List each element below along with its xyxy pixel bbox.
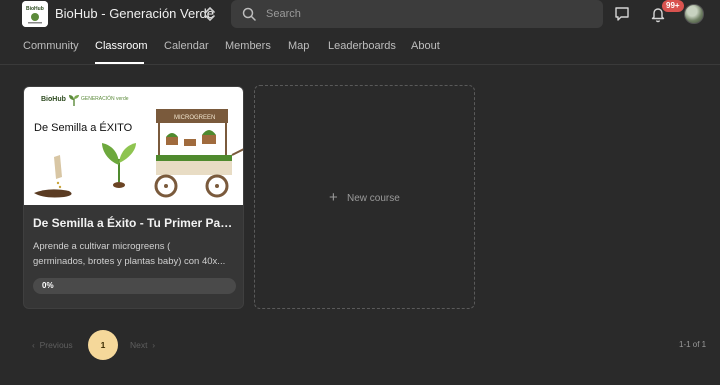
search-bar[interactable] — [231, 0, 603, 28]
pagination-previous[interactable]: ‹ Previous — [32, 340, 73, 350]
new-course-button[interactable]: + New course — [254, 85, 475, 309]
tab-classroom[interactable]: Classroom — [95, 40, 148, 52]
logo-image: BioHub — [22, 1, 48, 27]
tab-members[interactable]: Members — [225, 40, 271, 52]
chevron-up-down-icon[interactable] — [203, 5, 217, 23]
chevron-left-icon: ‹ — [32, 340, 35, 350]
course-description-line-2: germinados, brotes y plantas baby) con 4… — [33, 256, 226, 267]
pagination-previous-label: Previous — [39, 340, 73, 350]
tab-about[interactable]: About — [411, 40, 440, 52]
tab-map[interactable]: Map — [288, 40, 309, 52]
notification-badge: 99+ — [662, 0, 684, 12]
tab-leaderboards[interactable]: Leaderboards — [328, 40, 396, 52]
chevron-right-icon: › — [152, 340, 156, 350]
stall-sign-text: MICROGREEN — [174, 115, 215, 121]
pagination-next[interactable]: Next › — [130, 340, 155, 350]
logo-text: BioHub — [26, 6, 44, 12]
active-tab-indicator — [95, 62, 144, 64]
course-description-line-1: Aprende a cultivar microgreens ( — [33, 241, 171, 252]
user-avatar[interactable] — [684, 4, 704, 24]
tab-calendar[interactable]: Calendar — [164, 40, 209, 52]
course-thumbnail: BioHub GENERACIÓN verde De Semilla a ÉXI… — [24, 87, 243, 205]
new-course-label: New course — [347, 193, 400, 204]
pagination-next-label: Next — [130, 340, 148, 350]
course-progress-bar: 0% — [33, 278, 236, 294]
tab-community[interactable]: Community — [23, 40, 79, 52]
thumbnail-illustration: MICROGREEN — [34, 109, 243, 198]
nav-tabs: Community Classroom Calendar Members Map… — [0, 34, 720, 65]
course-progress-label: 0% — [42, 281, 54, 290]
chat-icon[interactable] — [613, 5, 631, 23]
pagination-range: 1-1 of 1 — [679, 340, 707, 349]
group-name[interactable]: BioHub - Generación Verde — [55, 6, 214, 21]
top-bar: BioHub BioHub - Generación Verde 99+ — [0, 0, 720, 28]
search-input[interactable] — [266, 0, 586, 28]
course-title: De Semilla a Éxito - Tu Primer Paso... — [33, 216, 238, 230]
course-description: Aprende a cultivar microgreens ( germina… — [33, 239, 238, 269]
soil-shape — [34, 189, 72, 198]
group-logo[interactable]: BioHub — [22, 1, 48, 27]
search-icon — [242, 7, 256, 21]
course-card[interactable]: BioHub GENERACIÓN verde De Semilla a ÉXI… — [23, 86, 244, 309]
plus-icon: + — [329, 189, 338, 206]
pagination-page-1[interactable]: 1 — [88, 330, 118, 360]
